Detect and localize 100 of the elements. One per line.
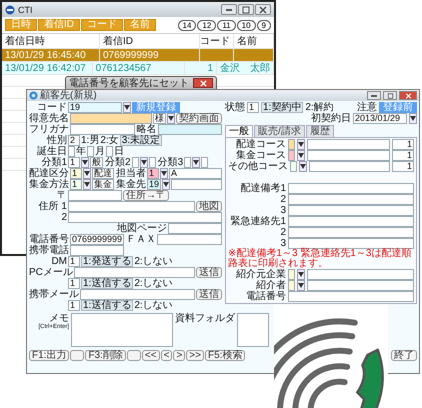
tab[interactable]: 一般 bbox=[225, 125, 253, 137]
input-field[interactable]: 1 bbox=[68, 157, 80, 168]
action-button[interactable]: F1:出力 bbox=[29, 350, 70, 361]
input-field[interactable] bbox=[106, 146, 113, 157]
tab[interactable]: 履歴 bbox=[306, 125, 334, 137]
input-field[interactable] bbox=[70, 124, 134, 135]
input-field[interactable] bbox=[288, 150, 295, 161]
input-field[interactable]: 1 bbox=[68, 300, 80, 311]
page-tab[interactable]: 12 bbox=[197, 20, 216, 30]
minimize-button[interactable] bbox=[367, 91, 381, 100]
input-field[interactable] bbox=[290, 161, 297, 172]
input-field[interactable] bbox=[68, 190, 122, 201]
input-field[interactable] bbox=[68, 201, 195, 212]
input-field[interactable]: 般 bbox=[90, 157, 103, 168]
dropdown-button[interactable] bbox=[409, 113, 417, 124]
blank-button[interactable] bbox=[70, 350, 84, 361]
input-field[interactable] bbox=[74, 267, 195, 278]
minimize-button[interactable] bbox=[221, 4, 237, 15]
input-field[interactable] bbox=[70, 245, 124, 256]
dropdown-button[interactable] bbox=[81, 157, 89, 168]
action-button[interactable]: 送信 bbox=[196, 267, 222, 278]
dropdown-button[interactable] bbox=[297, 280, 305, 291]
dropdown-button[interactable] bbox=[160, 168, 168, 179]
dropdown-button[interactable] bbox=[299, 161, 307, 172]
input-field[interactable]: 1 bbox=[147, 168, 159, 179]
action-button[interactable]: < bbox=[160, 350, 172, 361]
maximize-button[interactable] bbox=[238, 4, 254, 15]
dropdown-button[interactable] bbox=[83, 168, 91, 179]
input-field[interactable]: 配達 bbox=[92, 168, 114, 179]
action-button[interactable]: F3:削除 bbox=[85, 350, 126, 361]
input-field[interactable] bbox=[288, 205, 414, 216]
input-field[interactable] bbox=[288, 139, 295, 150]
page-tab[interactable]: 10 bbox=[236, 20, 256, 30]
input-field[interactable]: 2013/01/29 bbox=[353, 113, 407, 124]
input-field[interactable]: 様 bbox=[153, 113, 166, 124]
dropdown-button[interactable] bbox=[123, 102, 131, 113]
input-field[interactable]: 0769999999 bbox=[70, 234, 124, 245]
input-field[interactable]: 1 bbox=[392, 161, 414, 172]
input-field[interactable] bbox=[201, 157, 208, 168]
action-button[interactable]: > bbox=[173, 350, 186, 361]
input-field[interactable]: 1 bbox=[68, 278, 80, 289]
input-field[interactable] bbox=[288, 291, 414, 302]
action-button[interactable]: 送信 bbox=[196, 289, 222, 300]
input-field[interactable]: 1 bbox=[392, 139, 414, 150]
dropdown-button[interactable] bbox=[192, 157, 200, 168]
input-field[interactable] bbox=[132, 157, 139, 168]
input-field[interactable]: 2 bbox=[68, 135, 80, 146]
close-button[interactable] bbox=[255, 4, 271, 15]
input-field[interactable] bbox=[307, 280, 414, 291]
end-button[interactable]: 終了 bbox=[391, 350, 417, 361]
input-field[interactable] bbox=[148, 157, 156, 168]
close-button[interactable] bbox=[193, 78, 213, 88]
page-tab[interactable]: 9 bbox=[256, 20, 271, 30]
input-field[interactable]: 1 bbox=[70, 168, 82, 179]
dropdown-button[interactable] bbox=[297, 139, 305, 150]
dropdown-button[interactable] bbox=[162, 179, 170, 190]
input-field[interactable]: 1 bbox=[392, 150, 414, 161]
input-field[interactable] bbox=[307, 139, 390, 150]
input-field[interactable] bbox=[307, 269, 414, 280]
input-field[interactable] bbox=[307, 150, 390, 161]
blank-button[interactable] bbox=[126, 350, 141, 361]
dropdown-button[interactable] bbox=[297, 150, 305, 161]
input-field[interactable] bbox=[288, 183, 414, 194]
input-field[interactable] bbox=[68, 146, 75, 157]
input-field[interactable]: A bbox=[169, 168, 222, 179]
action-button[interactable]: 地図 bbox=[196, 201, 222, 212]
input-field[interactable] bbox=[87, 146, 94, 157]
input-field[interactable] bbox=[68, 212, 222, 223]
input-field[interactable] bbox=[157, 234, 222, 245]
action-button[interactable]: >> bbox=[186, 350, 204, 361]
tab[interactable]: 販売/請求 bbox=[254, 125, 305, 137]
input-field[interactable] bbox=[184, 157, 192, 168]
maximize-button[interactable] bbox=[383, 91, 397, 100]
input-field[interactable]: 1 bbox=[68, 256, 80, 267]
input-field[interactable]: 1 bbox=[247, 102, 259, 113]
input-field[interactable] bbox=[171, 179, 222, 190]
input-field[interactable] bbox=[288, 227, 414, 238]
dropdown-button[interactable] bbox=[83, 179, 91, 190]
close-button[interactable] bbox=[399, 91, 417, 100]
page-tab[interactable]: 14 bbox=[178, 20, 196, 30]
dropdown-button[interactable] bbox=[140, 157, 148, 168]
dropdown-button[interactable] bbox=[167, 113, 175, 124]
action-button[interactable]: << bbox=[142, 350, 160, 361]
input-field[interactable] bbox=[70, 113, 152, 124]
input-field[interactable] bbox=[158, 124, 222, 135]
input-field[interactable] bbox=[288, 194, 414, 205]
memo-field[interactable] bbox=[71, 313, 173, 347]
page-tab[interactable]: 11 bbox=[217, 20, 236, 30]
input-field[interactable] bbox=[288, 269, 295, 280]
input-field[interactable] bbox=[288, 216, 414, 227]
folder-field[interactable] bbox=[237, 313, 269, 347]
input-field[interactable] bbox=[288, 238, 414, 249]
input-field[interactable]: 19 bbox=[68, 102, 122, 113]
input-field[interactable]: 1 bbox=[70, 179, 82, 190]
input-field[interactable] bbox=[168, 223, 222, 234]
input-field[interactable] bbox=[288, 280, 295, 291]
input-field[interactable] bbox=[309, 161, 390, 172]
input-field[interactable]: 集金 bbox=[92, 179, 114, 190]
input-field[interactable]: 19 bbox=[147, 179, 162, 190]
dropdown-button[interactable] bbox=[297, 269, 305, 280]
